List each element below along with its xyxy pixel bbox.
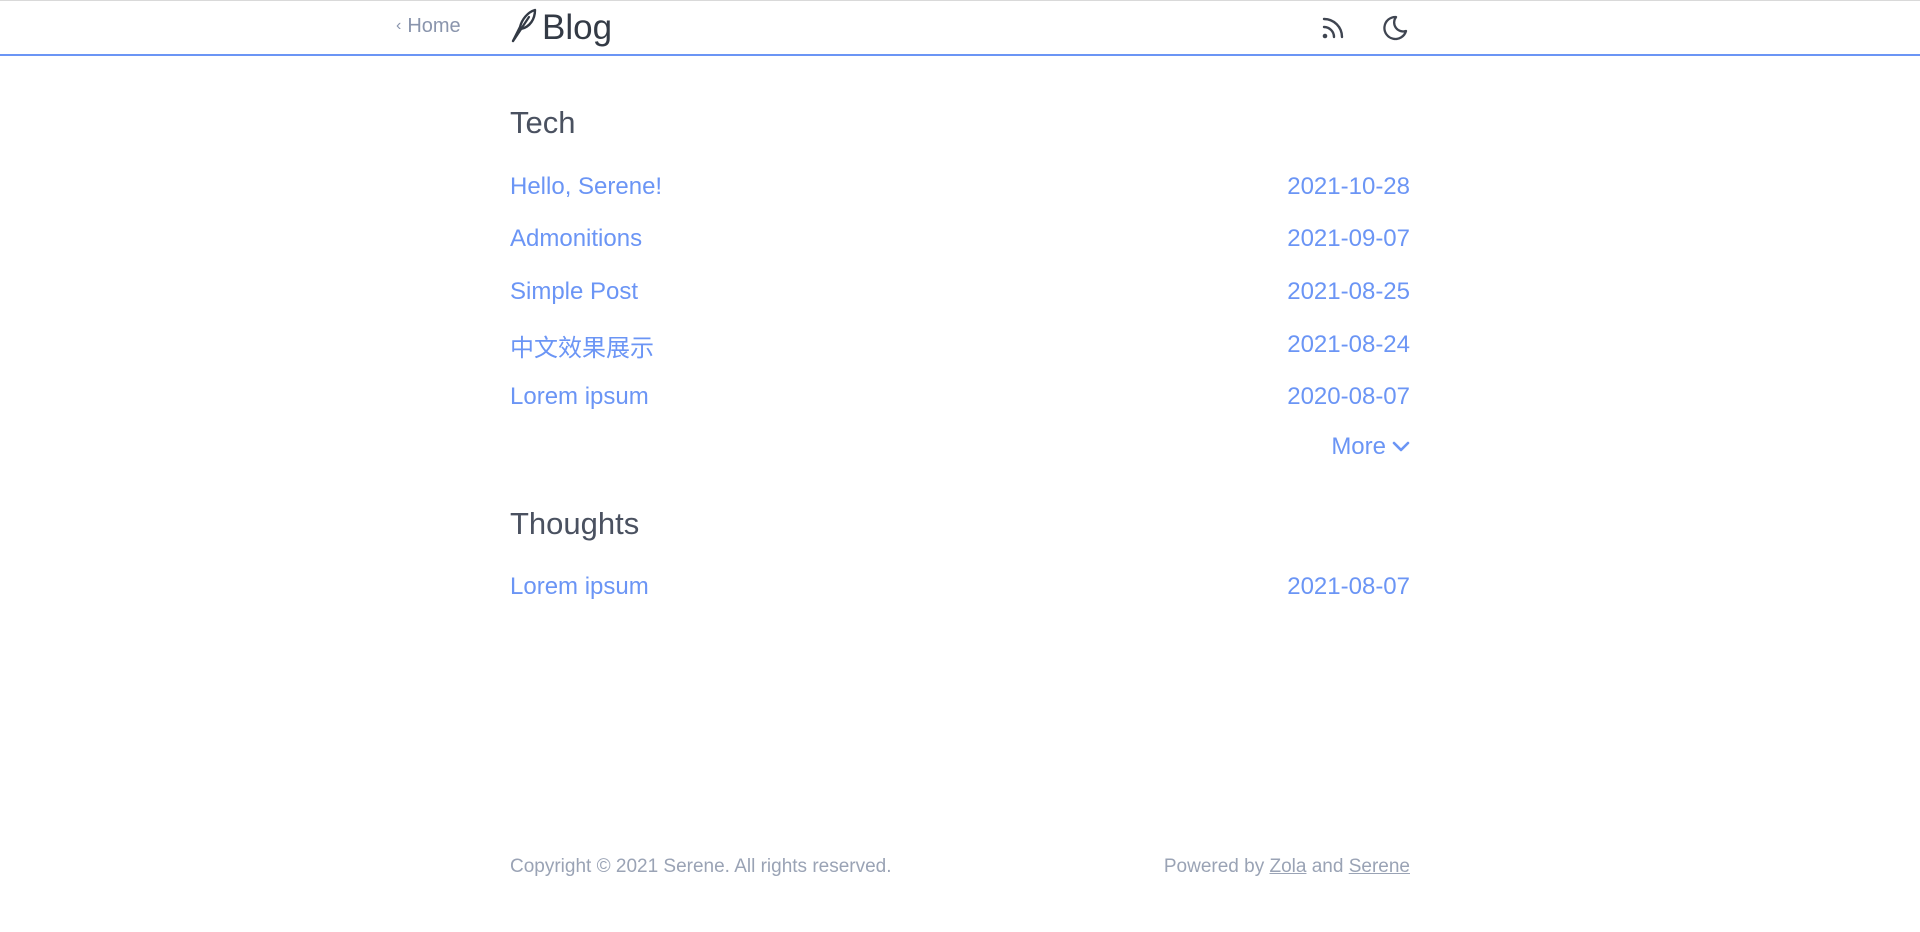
site-header: ‹ Home Blog (0, 1, 1920, 56)
section-title-thoughts: Thoughts (510, 506, 640, 541)
copyright-text: Copyright © 2021 Serene. All rights rese… (510, 856, 892, 877)
list-item: Admonitions 2021-09-07 (510, 222, 1410, 256)
theme-toggle-button[interactable] (1380, 15, 1410, 45)
list-item: Lorem ipsum 2021-08-07 (510, 570, 1410, 604)
rss-icon (1320, 15, 1346, 46)
site-footer: Copyright © 2021 Serene. All rights rese… (510, 852, 1410, 882)
home-link[interactable]: ‹ Home (396, 15, 461, 38)
post-date: 2021-10-28 (1287, 173, 1410, 200)
zola-link[interactable]: Zola (1269, 856, 1306, 877)
post-link[interactable]: Simple Post (510, 278, 638, 306)
powered-by: Powered by Zola and Serene (1164, 856, 1410, 878)
post-date: 2021-09-07 (1287, 225, 1410, 252)
powered-prefix: Powered by (1163, 856, 1265, 877)
list-item: Hello, Serene! 2021-10-28 (510, 170, 1410, 204)
more-button[interactable]: More (1320, 429, 1410, 465)
page-title: Blog (542, 7, 613, 47)
section-title-tech: Tech (510, 105, 576, 140)
post-link[interactable]: Lorem ipsum (510, 383, 649, 411)
list-item: Lorem ipsum 2020-08-07 (510, 380, 1410, 414)
list-item: Simple Post 2021-08-25 (510, 275, 1410, 309)
post-date: 2020-08-07 (1287, 383, 1410, 410)
moon-icon (1381, 14, 1409, 47)
feather-icon (508, 7, 538, 48)
chevron-down-icon (1392, 433, 1410, 461)
post-date: 2021-08-07 (1287, 573, 1410, 600)
post-link[interactable]: Lorem ipsum (510, 573, 649, 601)
list-item: 中文效果展示 2021-08-24 (510, 328, 1410, 362)
and-text: and (1311, 856, 1344, 877)
post-date: 2021-08-24 (1287, 331, 1410, 358)
post-date: 2021-08-25 (1287, 278, 1410, 305)
post-link[interactable]: Hello, Serene! (510, 173, 662, 201)
rss-button[interactable] (1318, 15, 1348, 45)
post-link[interactable]: Admonitions (510, 225, 642, 253)
blog-brand-link[interactable]: Blog (508, 7, 612, 48)
home-label: Home (407, 15, 461, 37)
chevron-left-icon: ‹ (396, 16, 402, 34)
post-link[interactable]: 中文效果展示 (510, 328, 654, 363)
serene-link[interactable]: Serene (1349, 856, 1410, 877)
more-label: More (1331, 433, 1386, 460)
